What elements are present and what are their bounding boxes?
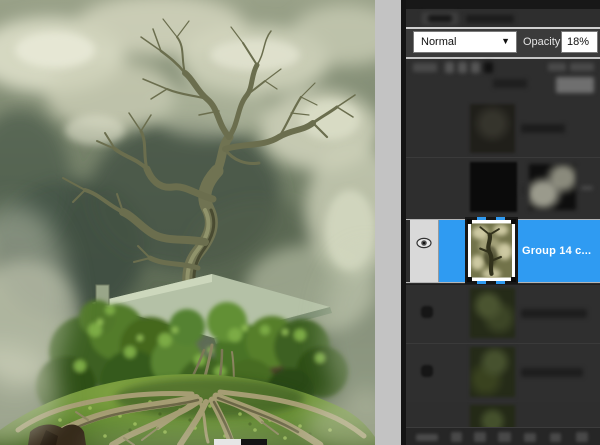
blend-mode-value: Normal xyxy=(421,36,457,48)
new-layer-icon[interactable] xyxy=(550,433,561,442)
layer-name-blurred xyxy=(581,186,593,190)
eye-icon-blurred[interactable] xyxy=(421,306,433,318)
layer-thumbnail-blurred[interactable] xyxy=(470,104,515,153)
selection-corner xyxy=(511,219,516,224)
chevron-down-icon: ▼ xyxy=(501,36,510,46)
workspace-background xyxy=(375,0,402,445)
layer-thumbnail-frame[interactable] xyxy=(465,217,518,284)
panel-bottom-toolbar xyxy=(406,427,600,445)
tab-channels-label-blurred[interactable] xyxy=(466,15,514,23)
panel-titlebar xyxy=(406,0,600,9)
layers-panel: Normal ▼ Opacity: 18% Group 14 c... xyxy=(401,0,600,445)
selected-layer-name[interactable]: Group 14 c... xyxy=(522,245,591,257)
layer-row-partial[interactable] xyxy=(406,402,600,427)
tab-layers-label-blurred xyxy=(428,15,452,22)
eye-icon[interactable] xyxy=(416,237,432,249)
eye-icon-blurred[interactable] xyxy=(421,365,433,377)
opacity-label: Opacity: xyxy=(523,36,564,48)
layer-thumbnail-blurred[interactable] xyxy=(470,162,517,212)
layer-row[interactable] xyxy=(406,344,600,402)
layer-name-blurred xyxy=(521,309,587,318)
link-layers-icon[interactable] xyxy=(416,434,438,441)
blend-mode-dropdown[interactable]: Normal ▼ xyxy=(413,31,517,53)
bottom-strip xyxy=(214,439,267,445)
lock-label-blurred xyxy=(413,63,437,72)
layer-mask-thumbnail-blurred[interactable] xyxy=(529,164,576,210)
adjustment-layer-icon[interactable] xyxy=(498,432,511,442)
fill-value-blurred[interactable] xyxy=(570,63,594,71)
selection-corner xyxy=(511,277,516,282)
layer-style-icon[interactable] xyxy=(451,432,462,442)
layer-thumbnail-blurred[interactable] xyxy=(470,347,515,397)
layer-name-blurred xyxy=(521,124,565,133)
visibility-cell[interactable] xyxy=(410,220,439,282)
frame-notch xyxy=(496,217,505,220)
lock-transparency-icon[interactable] xyxy=(445,62,454,73)
opacity-input[interactable]: 18% xyxy=(561,31,598,53)
layer-row[interactable] xyxy=(406,158,600,216)
layer-thumbnail[interactable] xyxy=(471,223,512,278)
opacity-value: 18% xyxy=(567,36,590,48)
layer-row[interactable] xyxy=(406,285,600,343)
photoshop-workspace: Normal ▼ Opacity: 18% Group 14 c... xyxy=(0,0,600,445)
lock-fill-row xyxy=(406,59,600,97)
frame-notch xyxy=(477,217,486,220)
delete-layer-icon[interactable] xyxy=(576,432,588,442)
layer-controls-row: Normal ▼ Opacity: 18% xyxy=(406,27,600,59)
artwork-illustration xyxy=(0,0,375,445)
lock-position-icon[interactable] xyxy=(471,62,480,73)
layer-mask-icon[interactable] xyxy=(474,432,486,442)
mask-link-icon[interactable] xyxy=(520,185,526,195)
layer-name-blurred xyxy=(521,368,583,377)
layer-thumbnail-blurred[interactable] xyxy=(470,405,515,427)
layer-thumbnail-blurred[interactable] xyxy=(470,288,515,338)
selection-corner xyxy=(467,219,472,224)
lock-pixels-icon[interactable] xyxy=(458,62,467,73)
canvas-artwork-image xyxy=(0,0,376,445)
layer-group-icon[interactable] xyxy=(524,433,536,442)
lock-all-icon[interactable] xyxy=(484,62,493,73)
thumbnail-border xyxy=(467,219,516,282)
fill-label-blurred xyxy=(548,63,566,71)
layers-list: Group 14 c... xyxy=(406,97,600,427)
selection-corner xyxy=(467,277,472,282)
layer-row-selected[interactable]: Group 14 c... xyxy=(406,217,600,284)
blurred-field xyxy=(556,77,594,93)
layer-row[interactable] xyxy=(406,100,600,157)
blurred-row-text xyxy=(493,79,527,88)
